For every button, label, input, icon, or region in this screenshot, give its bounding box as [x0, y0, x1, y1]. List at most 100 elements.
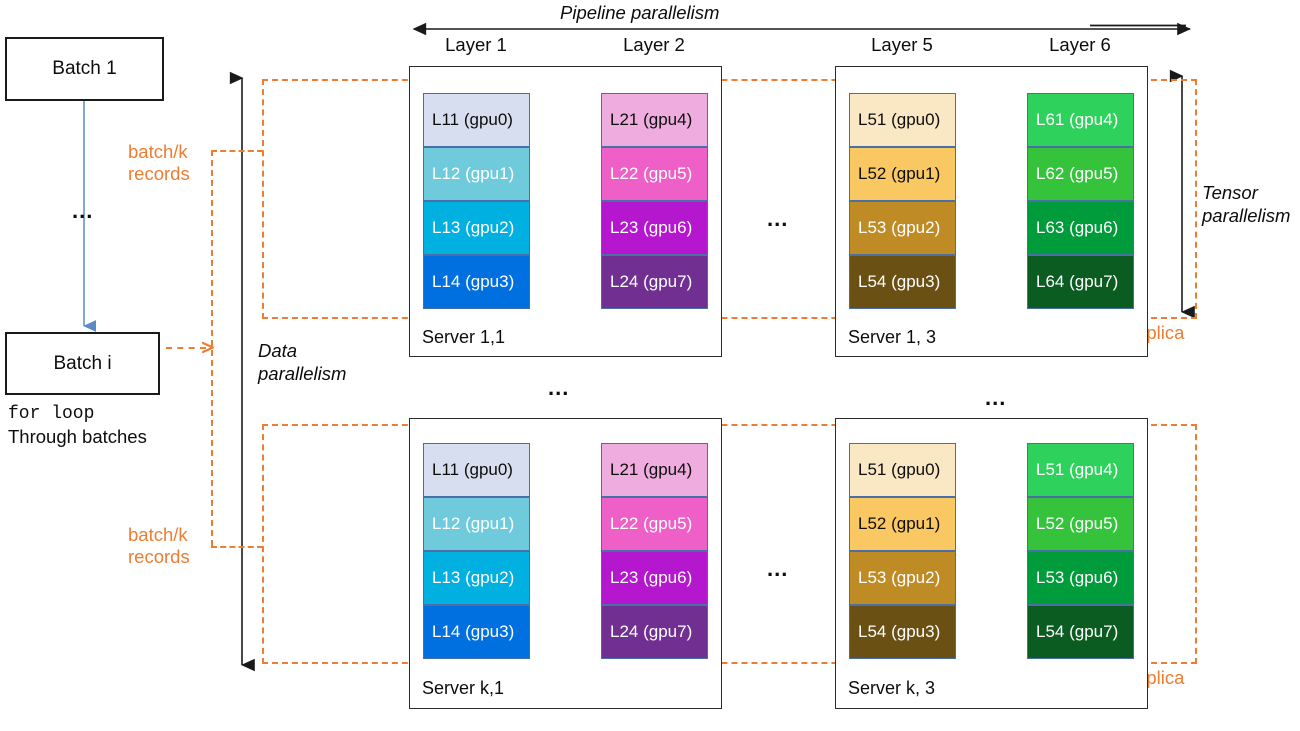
gpu-cell[interactable]: L54 (gpu3) — [849, 605, 956, 659]
gpu-cell-label: L23 (gpu6) — [610, 568, 693, 587]
gpu-cell[interactable]: L14 (gpu3) — [423, 255, 530, 309]
pipeline-parallelism-arrow — [412, 22, 1191, 36]
diagram-canvas: Pipeline parallelism Tensor parallelism … — [0, 0, 1300, 731]
batch-k-records-bottom: batch/k records — [128, 524, 190, 568]
gpu-cell-label: L52 (gpu5) — [1036, 514, 1119, 533]
batch-split-top-elbow — [211, 150, 263, 152]
layer-title-5: Layer 5 — [871, 34, 933, 55]
pipeline-parallelism-label: Pipeline parallelism — [560, 2, 720, 23]
gpu-column-server-k-3-layer-6: L51 (gpu4) L52 (gpu5) L53 (gpu6) L54 (gp… — [1027, 443, 1134, 659]
gpu-cell[interactable]: L14 (gpu3) — [423, 605, 530, 659]
gpu-cell-label: L61 (gpu4) — [1036, 110, 1119, 129]
gpu-cell[interactable]: L51 (gpu4) — [1027, 443, 1134, 497]
gpu-cell-label: L12 (gpu1) — [432, 164, 515, 183]
gpu-cell-label: L23 (gpu6) — [610, 218, 693, 237]
gpu-cell-label: L52 (gpu1) — [858, 514, 941, 533]
gpu-cell-label: L11 (gpu0) — [432, 110, 513, 129]
gpu-cell[interactable]: L54 (gpu7) — [1027, 605, 1134, 659]
gpu-cell[interactable]: L22 (gpu5) — [601, 147, 708, 201]
server-label-1-3: Server 1, 3 — [848, 327, 937, 347]
servers-col1-ellipsis: ... — [548, 375, 570, 400]
gpu-cell[interactable]: L62 (gpu5) — [1027, 147, 1134, 201]
gpu-cell-label: L21 (gpu4) — [610, 110, 693, 129]
gpu-cell-label: L14 (gpu3) — [432, 272, 515, 291]
batch-split-bottom-elbow — [211, 546, 263, 548]
gpu-cell-label: L53 (gpu2) — [858, 218, 941, 237]
gpu-cell[interactable]: L51 (gpu0) — [849, 93, 956, 147]
gpu-cell[interactable]: L21 (gpu4) — [601, 443, 708, 497]
layer-title-1: Layer 1 — [445, 34, 507, 55]
gpu-column-server-k-3-layer-5: L51 (gpu0) L52 (gpu1) L53 (gpu2) L54 (gp… — [849, 443, 956, 659]
gpu-column-server-1-3-layer-6: L61 (gpu4) L62 (gpu5) L63 (gpu6) L64 (gp… — [1027, 93, 1134, 309]
gpu-cell-label: L62 (gpu5) — [1036, 164, 1119, 183]
gpu-cell[interactable]: L12 (gpu1) — [423, 497, 530, 551]
batch-last-label: Batch i — [53, 352, 112, 374]
for-loop-code: for loop — [8, 404, 95, 424]
gpu-cell[interactable]: L63 (gpu6) — [1027, 201, 1134, 255]
gpu-cell[interactable]: L23 (gpu6) — [601, 551, 708, 605]
gpu-cell[interactable]: L22 (gpu5) — [601, 497, 708, 551]
servers-row2-ellipsis: ... — [767, 556, 789, 581]
gpu-cell-label: L54 (gpu7) — [1036, 622, 1119, 641]
server-label-1-1: Server 1,1 — [422, 327, 506, 347]
gpu-cell-label: L51 (gpu0) — [858, 460, 941, 479]
gpu-cell[interactable]: L61 (gpu4) — [1027, 93, 1134, 147]
gpu-cell[interactable]: L51 (gpu0) — [849, 443, 956, 497]
gpu-cell-label: L54 (gpu3) — [858, 272, 941, 291]
gpu-cell-label: L53 (gpu2) — [858, 568, 941, 587]
gpu-cell[interactable]: L11 (gpu0) — [423, 93, 530, 147]
gpu-column-server-1-1-layer-2: L21 (gpu4) L22 (gpu5) L23 (gpu6) L24 (gp… — [601, 93, 708, 309]
batch-first-box[interactable]: Batch 1 — [5, 37, 164, 101]
gpu-cell-label: L51 (gpu4) — [1036, 460, 1119, 479]
servers-col2-ellipsis: ... — [985, 385, 1007, 410]
servers-row1-ellipsis: ... — [767, 206, 789, 231]
gpu-cell-label: L24 (gpu7) — [610, 272, 693, 291]
gpu-cell-label: L22 (gpu5) — [610, 514, 693, 533]
data-parallelism-label: Data parallelism — [258, 340, 347, 384]
gpu-cell-label: L12 (gpu1) — [432, 514, 515, 533]
batch-last-box[interactable]: Batch i — [5, 332, 160, 395]
gpu-cell[interactable]: L64 (gpu7) — [1027, 255, 1134, 309]
gpu-cell[interactable]: L54 (gpu3) — [849, 255, 956, 309]
gpu-cell[interactable]: L52 (gpu1) — [849, 497, 956, 551]
gpu-cell-label: L13 (gpu2) — [432, 218, 515, 237]
gpu-cell[interactable]: L24 (gpu7) — [601, 255, 708, 309]
gpu-cell-label: L13 (gpu2) — [432, 568, 515, 587]
gpu-cell-label: L63 (gpu6) — [1036, 218, 1119, 237]
gpu-column-server-1-1-layer-1: L11 (gpu0) L12 (gpu1) L13 (gpu2) L14 (gp… — [423, 93, 530, 309]
gpu-column-server-1-3-layer-5: L51 (gpu0) L52 (gpu1) L53 (gpu2) L54 (gp… — [849, 93, 956, 309]
gpu-cell-label: L21 (gpu4) — [610, 460, 693, 479]
gpu-cell[interactable]: L53 (gpu2) — [849, 551, 956, 605]
gpu-cell[interactable]: L52 (gpu1) — [849, 147, 956, 201]
gpu-cell-label: L22 (gpu5) — [610, 164, 693, 183]
gpu-cell-label: L53 (gpu6) — [1036, 568, 1119, 587]
gpu-cell-label: L14 (gpu3) — [432, 622, 515, 641]
gpu-cell[interactable]: L11 (gpu0) — [423, 443, 530, 497]
layer-title-6: Layer 6 — [1049, 34, 1111, 55]
gpu-cell[interactable]: L23 (gpu6) — [601, 201, 708, 255]
tensor-parallelism-label: Tensor parallelism — [1202, 182, 1291, 226]
gpu-column-server-k-1-layer-1: L11 (gpu0) L12 (gpu1) L13 (gpu2) L14 (gp… — [423, 443, 530, 659]
gpu-column-server-k-1-layer-2: L21 (gpu4) L22 (gpu5) L23 (gpu6) L24 (gp… — [601, 443, 708, 659]
gpu-cell[interactable]: L53 (gpu6) — [1027, 551, 1134, 605]
gpu-cell[interactable]: L13 (gpu2) — [423, 551, 530, 605]
gpu-cell[interactable]: L52 (gpu5) — [1027, 497, 1134, 551]
gpu-cell[interactable]: L12 (gpu1) — [423, 147, 530, 201]
gpu-cell-label: L51 (gpu0) — [858, 110, 941, 129]
gpu-cell-label: L11 (gpu0) — [432, 460, 513, 479]
batch-split-trunk — [211, 150, 213, 546]
gpu-cell[interactable]: L13 (gpu2) — [423, 201, 530, 255]
batch-ellipsis: ... — [72, 198, 94, 223]
server-label-k-3: Server k, 3 — [848, 678, 936, 698]
gpu-cell[interactable]: L24 (gpu7) — [601, 605, 708, 659]
gpu-cell[interactable]: L53 (gpu2) — [849, 201, 956, 255]
server-label-k-1: Server k,1 — [422, 678, 505, 698]
gpu-cell-label: L52 (gpu1) — [858, 164, 941, 183]
batch-split-stub — [166, 347, 206, 349]
gpu-cell[interactable]: L21 (gpu4) — [601, 93, 708, 147]
batch-first-label: Batch 1 — [52, 58, 117, 79]
layer-title-2: Layer 2 — [623, 34, 685, 55]
gpu-cell-label: L24 (gpu7) — [610, 622, 693, 641]
batch-k-records-top: batch/k records — [128, 141, 190, 185]
through-batches-text: Through batches — [8, 426, 147, 447]
